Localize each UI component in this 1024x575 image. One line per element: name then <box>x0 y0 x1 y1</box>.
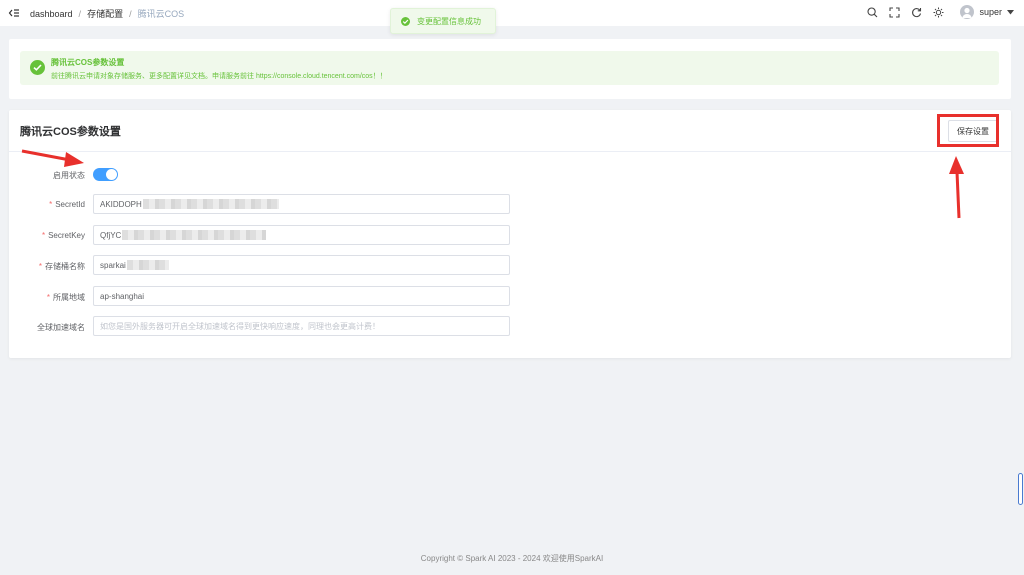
footer-copyright: Copyright © Spark AI 2023 - 2024 欢迎使用Spa… <box>420 554 604 563</box>
annotation-arrow-save <box>949 156 964 219</box>
annotation-arrow-toggle <box>21 149 84 167</box>
annotation-arrows <box>21 149 964 219</box>
scrollbar-thumb[interactable] <box>1018 473 1023 505</box>
